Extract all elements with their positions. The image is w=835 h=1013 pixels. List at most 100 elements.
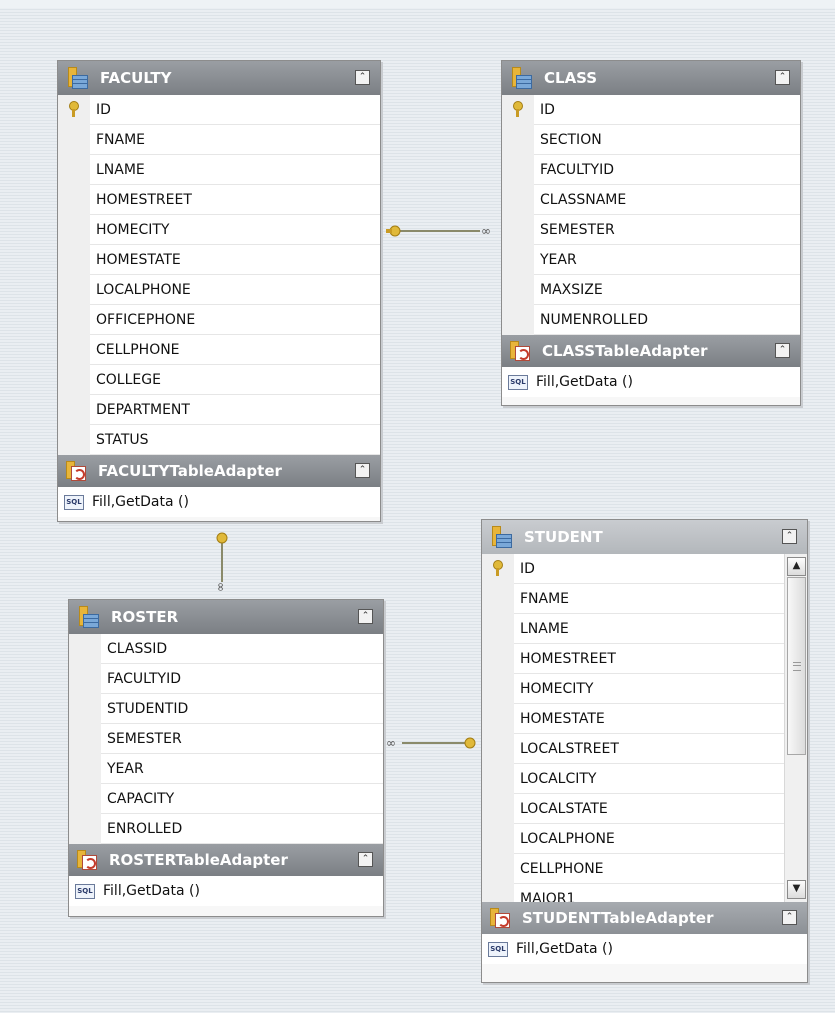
relation-faculty-class[interactable]: ∞: [386, 224, 491, 238]
field-row[interactable]: LNAME: [90, 155, 380, 185]
adapter-header-faculty[interactable]: FACULTYTableAdapter ⌃: [58, 455, 380, 487]
field-row[interactable]: ID: [514, 554, 785, 584]
query-method-row[interactable]: SQL Fill,GetData (): [482, 934, 807, 964]
collapse-chevron-icon[interactable]: ⌃: [782, 910, 797, 925]
query-method-row[interactable]: SQL Fill,GetData (): [58, 487, 380, 517]
field-row[interactable]: LOCALCITY: [514, 764, 785, 794]
field-row[interactable]: STATUS: [90, 425, 380, 455]
field-name: LOCALPHONE: [520, 830, 615, 847]
field-name: FNAME: [96, 131, 146, 148]
field-row[interactable]: YEAR: [101, 754, 383, 784]
field-row[interactable]: HOMESTATE: [514, 704, 785, 734]
field-row[interactable]: OFFICEPHONE: [90, 305, 380, 335]
field-row[interactable]: HOMECITY: [514, 674, 785, 704]
field-row[interactable]: HOMECITY: [90, 215, 380, 245]
adapter-header-student[interactable]: STUDENTTableAdapter ⌃: [482, 902, 807, 934]
sql-query-icon: SQL: [75, 883, 95, 899]
query-method-row[interactable]: SQL Fill,GetData (): [502, 367, 800, 397]
adapter-title: ROSTERTableAdapter: [109, 851, 288, 869]
table-header-student[interactable]: STUDENT ⌃: [482, 520, 807, 554]
field-row[interactable]: FACULTYID: [534, 155, 800, 185]
field-row[interactable]: COLLEGE: [90, 365, 380, 395]
field-row[interactable]: ID: [90, 95, 380, 125]
adapter-title: STUDENTTableAdapter: [522, 909, 714, 927]
adapter-header-roster[interactable]: ROSTERTableAdapter ⌃: [69, 844, 383, 876]
field-list-scrollbar[interactable]: ▲ ▼: [784, 554, 807, 902]
table-faculty[interactable]: FACULTY ⌃ ID FNAME LNAME HOMESTREET HOMECITY…: [57, 60, 381, 522]
field-name: LOCALPHONE: [96, 281, 191, 298]
scroll-down-button[interactable]: ▼: [787, 880, 806, 899]
adapter-header-class[interactable]: CLASSTableAdapter ⌃: [502, 335, 800, 367]
table-header-class[interactable]: CLASS ⌃: [502, 61, 800, 95]
field-row[interactable]: STUDENTID: [101, 694, 383, 724]
table-class[interactable]: CLASS ⌃ ID SECTION FACULTYID CLASSNAME SEMES…: [501, 60, 801, 406]
field-row[interactable]: LNAME: [514, 614, 785, 644]
field-row[interactable]: CLASSNAME: [534, 185, 800, 215]
collapse-chevron-icon[interactable]: ⌃: [355, 463, 370, 478]
adapter-title: CLASSTableAdapter: [542, 342, 708, 360]
field-row[interactable]: LOCALPHONE: [514, 824, 785, 854]
field-row[interactable]: MAJOR1: [514, 884, 785, 902]
field-row[interactable]: SEMESTER: [101, 724, 383, 754]
relation-faculty-roster[interactable]: ∞: [214, 532, 228, 592]
collapse-chevron-icon[interactable]: ⌃: [358, 852, 373, 867]
field-row[interactable]: CELLPHONE: [90, 335, 380, 365]
scroll-up-button[interactable]: ▲: [787, 557, 806, 576]
field-row[interactable]: YEAR: [534, 245, 800, 275]
key-end-icon: [464, 737, 476, 749]
table-header-faculty[interactable]: FACULTY ⌃: [58, 61, 380, 95]
field-name: HOMESTREET: [96, 191, 192, 208]
scroll-thumb[interactable]: [787, 577, 806, 755]
field-name: FACULTYID: [540, 161, 615, 178]
field-name: ID: [96, 101, 111, 118]
field-row[interactable]: HOMESTREET: [514, 644, 785, 674]
field-row[interactable]: FACULTYID: [101, 664, 383, 694]
designer-canvas: FACULTY ⌃ ID FNAME LNAME HOMESTREET HOMECITY…: [0, 0, 835, 1013]
field-row[interactable]: ID: [534, 95, 800, 125]
field-name: LOCALSTREET: [520, 740, 619, 757]
row-gutter: [502, 95, 534, 335]
collapse-chevron-icon[interactable]: ⌃: [355, 70, 370, 85]
many-end-icon: ∞: [214, 582, 228, 592]
field-name: NUMENROLLED: [540, 311, 649, 328]
field-row[interactable]: LOCALSTATE: [514, 794, 785, 824]
field-row[interactable]: MAXSIZE: [534, 275, 800, 305]
sql-query-icon: SQL: [488, 941, 508, 957]
field-row[interactable]: ENROLLED: [101, 814, 383, 844]
grip-icon: [793, 662, 801, 671]
field-name: LNAME: [96, 161, 145, 178]
table-header-roster[interactable]: ROSTER ⌃: [69, 600, 383, 634]
relation-roster-student[interactable]: ∞: [386, 736, 476, 750]
table-adapter-icon: [77, 850, 97, 870]
field-name: HOMECITY: [520, 680, 594, 697]
field-name: SEMESTER: [540, 221, 615, 238]
field-row[interactable]: CLASSID: [101, 634, 383, 664]
field-row[interactable]: SEMESTER: [534, 215, 800, 245]
table-adapter-icon: [66, 461, 86, 481]
query-method-row[interactable]: SQL Fill,GetData (): [69, 876, 383, 906]
field-row[interactable]: SECTION: [534, 125, 800, 155]
field-name: CAPACITY: [107, 790, 175, 807]
collapse-chevron-icon[interactable]: ⌃: [775, 343, 790, 358]
field-row[interactable]: DEPARTMENT: [90, 395, 380, 425]
field-row[interactable]: HOMESTREET: [90, 185, 380, 215]
field-row[interactable]: FNAME: [514, 584, 785, 614]
field-row[interactable]: HOMESTATE: [90, 245, 380, 275]
field-name: HOMESTATE: [520, 710, 605, 727]
field-name: CLASSNAME: [540, 191, 627, 208]
field-name: MAJOR1: [520, 890, 576, 903]
collapse-chevron-icon[interactable]: ⌃: [358, 609, 373, 624]
field-row[interactable]: LOCALSTREET: [514, 734, 785, 764]
row-gutter: [69, 634, 101, 844]
field-row[interactable]: CELLPHONE: [514, 854, 785, 884]
table-student[interactable]: STUDENT ⌃ ▲ ▼ ID FNAME LNAME HOMESTREET HOME…: [481, 519, 808, 983]
table-roster[interactable]: ROSTER ⌃ CLASSID FACULTYID STUDENTID SEMEST…: [68, 599, 384, 917]
collapse-chevron-icon[interactable]: ⌃: [782, 529, 797, 544]
field-row[interactable]: FNAME: [90, 125, 380, 155]
field-row[interactable]: LOCALPHONE: [90, 275, 380, 305]
field-row[interactable]: NUMENROLLED: [534, 305, 800, 335]
query-method-label: Fill,GetData (): [536, 374, 633, 390]
collapse-chevron-icon[interactable]: ⌃: [775, 70, 790, 85]
field-name: ID: [520, 560, 535, 577]
field-row[interactable]: CAPACITY: [101, 784, 383, 814]
